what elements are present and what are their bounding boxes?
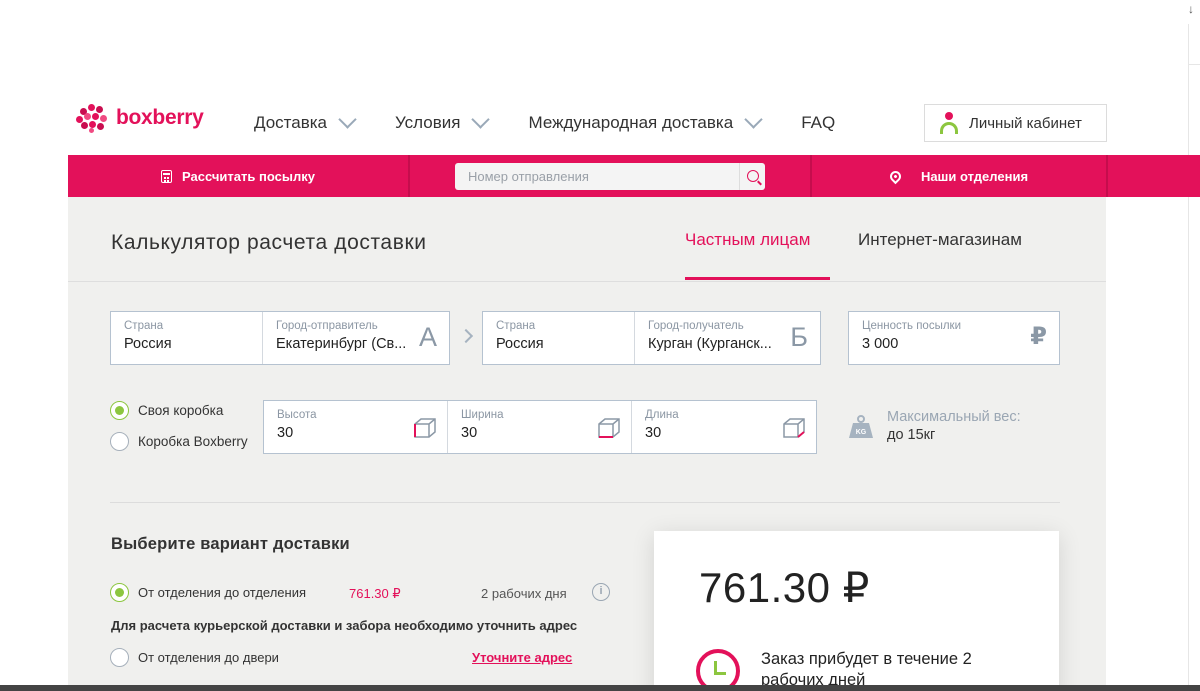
own-box-option[interactable]: Своя коробка — [110, 401, 223, 420]
office-to-office-label: От отделения до отделения — [138, 585, 307, 600]
office-to-office-days: 2 рабочих дня — [481, 586, 567, 601]
weight-icon-label: KG — [856, 429, 867, 436]
user-icon — [937, 111, 961, 135]
length-field[interactable]: Длина 30 — [632, 401, 816, 453]
weight-icon: KG — [849, 415, 873, 438]
width-field[interactable]: Ширина 30 — [448, 401, 632, 453]
ruble-icon: ₽ — [1030, 323, 1047, 350]
office-to-door-radio[interactable] — [110, 648, 129, 667]
tab-online-shops[interactable]: Интернет-магазинам — [858, 230, 1022, 250]
action-bar-filler — [1108, 155, 1200, 197]
calculate-parcel-label: Рассчитать посылку — [182, 168, 315, 184]
nav-international-label: Международная доставка — [528, 113, 734, 132]
own-box-radio[interactable] — [110, 401, 129, 420]
max-weight-value: до 15кг — [887, 427, 936, 443]
calculator-icon — [161, 169, 173, 183]
office-to-door-label: От отделения до двери — [138, 650, 279, 665]
courier-note: Для расчета курьерской доставки и забора… — [111, 618, 578, 633]
max-weight-label: Максимальный вес: — [887, 409, 1021, 425]
point-b-letter: Б — [790, 322, 808, 352]
nav-conditions[interactable]: Условия — [395, 113, 492, 133]
recipient-city-field[interactable]: Город-получатель Курган (Курганск... Б — [635, 312, 820, 364]
our-offices-button[interactable]: Наши отделения — [812, 155, 1108, 197]
box-length-icon — [783, 418, 805, 438]
own-box-label: Своя коробка — [138, 403, 224, 418]
boxberry-box-radio[interactable] — [110, 432, 129, 451]
recipient-city-value: Курган (Курганск... — [648, 336, 772, 352]
point-a-letter: А — [418, 322, 437, 352]
parcel-value-group: Ценность посылки 3 000 ₽ — [848, 311, 1060, 365]
berry-logo-icon — [76, 102, 114, 134]
active-tab-indicator — [685, 277, 830, 280]
office-to-door-option[interactable]: От отделения до двери — [110, 648, 279, 667]
recipient-location-group: Страна Россия Город-получатель Курган (К… — [482, 311, 821, 365]
nav-international[interactable]: Международная доставка — [528, 113, 765, 133]
chevron-down-icon — [470, 116, 492, 130]
chevron-right-icon — [458, 328, 474, 344]
office-to-office-option[interactable]: От отделения до отделения — [110, 583, 306, 602]
tab-private-persons[interactable]: Частным лицам — [685, 230, 810, 250]
delivery-calculator: Калькулятор расчета доставки Частным лиц… — [68, 197, 1106, 691]
calculate-parcel-button[interactable]: Рассчитать посылку — [68, 155, 410, 197]
search-icon — [746, 170, 759, 182]
brand-logo[interactable]: boxberry — [76, 102, 204, 134]
chevron-down-icon — [337, 116, 359, 130]
nav-faq[interactable]: FAQ — [801, 113, 835, 133]
sender-city-value: Екатеринбург (Св... — [276, 336, 407, 352]
office-to-office-price: 761.30 ₽ — [349, 586, 401, 601]
sender-country-label: Страна — [124, 320, 164, 332]
sender-city-field[interactable]: Город-отправитель Екатеринбург (Св... А — [263, 312, 449, 364]
action-bar: Рассчитать посылку Наши отделения — [68, 155, 1200, 197]
recipient-country-field[interactable]: Страна Россия — [483, 312, 635, 364]
office-to-office-radio[interactable] — [110, 583, 129, 602]
nav-conditions-label: Условия — [395, 113, 461, 132]
total-price: 761.30 ₽ — [699, 564, 870, 611]
result-card: 761.30 ₽ Заказ прибудет в течение 2 рабо… — [654, 531, 1059, 691]
parcel-value-field[interactable]: Ценность посылки 3 000 ₽ — [849, 312, 1059, 364]
tracking-search-cell — [410, 155, 812, 197]
box-width-icon — [598, 418, 620, 438]
our-offices-label: Наши отделения — [920, 168, 1029, 184]
logo-text: boxberry — [116, 106, 204, 129]
window-bottom-edge — [0, 685, 1200, 691]
tracking-search-box — [455, 162, 765, 190]
nav-delivery-label: Доставка — [254, 113, 328, 132]
download-icon[interactable]: ↓ — [1188, 2, 1194, 16]
tracking-number-input[interactable] — [455, 162, 739, 190]
location-pin-icon — [887, 168, 904, 184]
specify-address-link[interactable]: Уточните адрес — [472, 650, 572, 665]
boxberry-box-option[interactable]: Коробка Boxberry — [110, 432, 248, 451]
recipient-country-value: Россия — [496, 336, 544, 352]
scrollbar-track[interactable] — [1188, 24, 1200, 689]
height-field[interactable]: Высота 30 — [264, 401, 448, 453]
divider — [110, 502, 1060, 503]
search-button[interactable] — [739, 162, 765, 190]
sender-location-group: Страна Россия Город-отправитель Екатерин… — [110, 311, 450, 365]
sender-country-value: Россия — [124, 336, 172, 352]
nav-faq-label: FAQ — [801, 113, 836, 132]
personal-cabinet-label: Личный кабинет — [969, 114, 1082, 132]
box-height-icon — [414, 418, 436, 438]
info-icon[interactable]: i — [592, 583, 610, 601]
boxberry-box-label: Коробка Boxberry — [138, 434, 248, 449]
nav-delivery[interactable]: Доставка — [254, 113, 359, 133]
divider — [68, 281, 1106, 282]
main-nav: Доставка Условия Международная доставка … — [254, 113, 871, 133]
personal-cabinet-button[interactable]: Личный кабинет — [924, 104, 1107, 142]
page-title: Калькулятор расчета доставки — [111, 231, 427, 254]
dimensions-group: Высота 30 Ширина 30 Длина 30 — [263, 400, 817, 454]
sender-country-field[interactable]: Страна Россия — [111, 312, 263, 364]
recipient-country-label: Страна — [496, 320, 536, 332]
chevron-down-icon — [743, 116, 765, 130]
delivery-options-title: Выберите вариант доставки — [111, 535, 350, 553]
